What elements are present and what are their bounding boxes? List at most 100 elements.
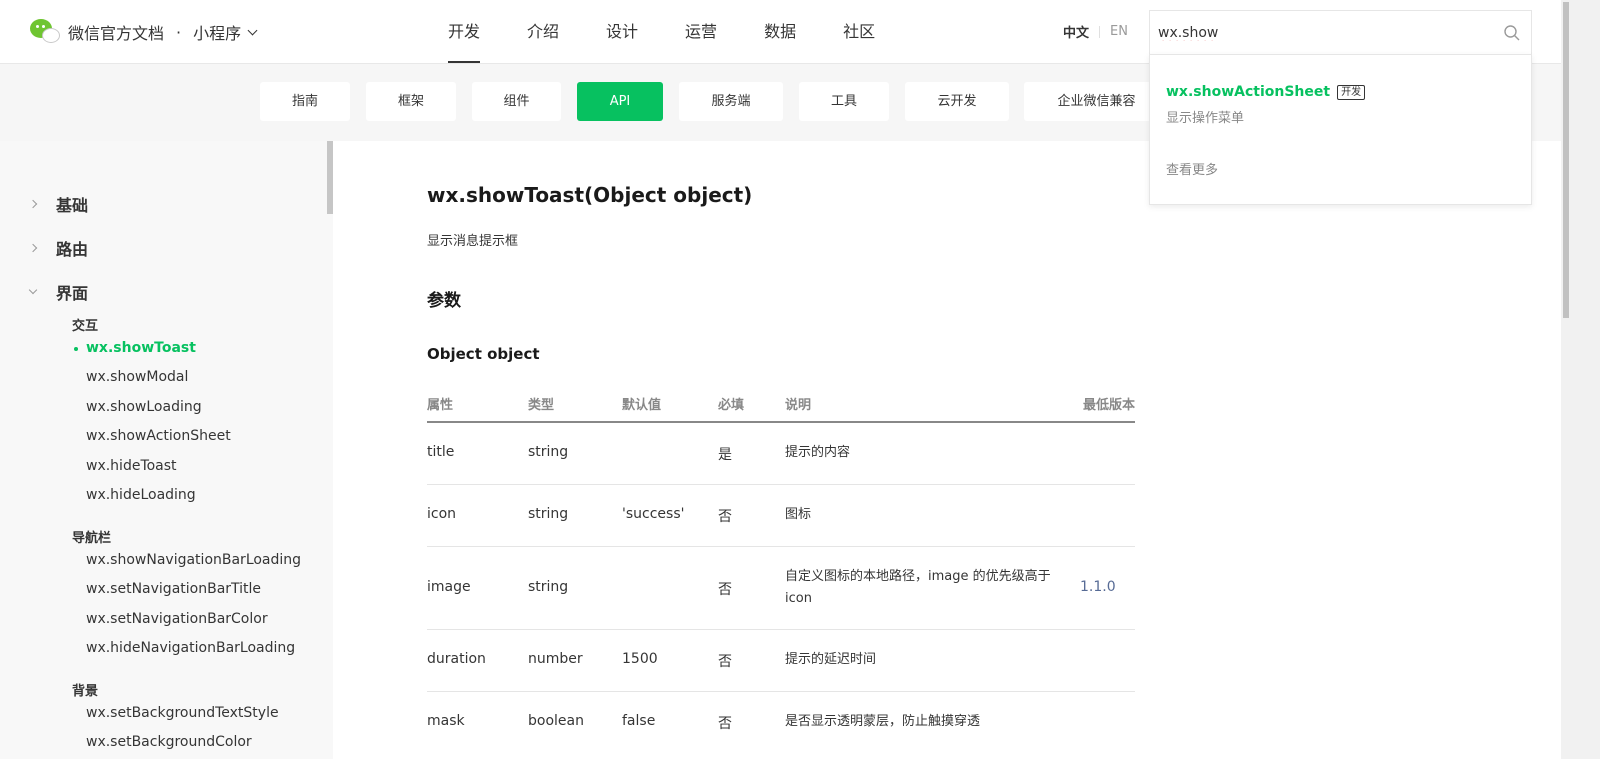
table-row: icon string 'success' 否 图标: [427, 485, 1135, 547]
nav-item-data[interactable]: 数据: [764, 0, 796, 64]
table-cell: boolean: [528, 713, 584, 729]
table-cell: 图标: [785, 507, 812, 522]
header-cell: 属性: [427, 398, 454, 413]
nav-item-develop[interactable]: 开发: [448, 0, 481, 64]
sidebar-item-hidenavbarloading[interactable]: wx.hideNavigationBarLoading: [86, 640, 295, 656]
sidebar-section-ui[interactable]: 界面: [28, 280, 89, 304]
search-input[interactable]: [1158, 22, 1488, 44]
table-cell: duration: [427, 651, 486, 667]
chevron-right-icon: [28, 199, 38, 209]
sidebar-item-showactionsheet[interactable]: wx.showActionSheet: [86, 428, 231, 444]
chip-tools[interactable]: 工具: [799, 82, 889, 121]
params-heading: 参数: [427, 291, 461, 311]
sidebar-item-setbgcolor[interactable]: wx.setBackgroundColor: [86, 734, 252, 750]
sidebar-section-label: 路由: [56, 240, 89, 259]
sidebar-item-showtoast[interactable]: wx.showToast: [86, 340, 196, 356]
product-switcher[interactable]: 小程序: [193, 20, 241, 44]
language-switch: 中文 EN: [1063, 22, 1128, 41]
table-cell: 提示的延迟时间: [785, 652, 877, 667]
nav-item-operation[interactable]: 运营: [685, 0, 717, 64]
sidebar-item-hidetoast[interactable]: wx.hideToast: [86, 458, 177, 474]
search-result-item[interactable]: wx.showActionSheet 开发 显示操作菜单: [1166, 84, 1366, 126]
header-cell: 默认值: [622, 398, 662, 413]
search-result-tag: 开发: [1337, 84, 1366, 100]
sidebar-section-route[interactable]: 路由: [28, 236, 89, 260]
sidebar-group-navbar: 导航栏: [72, 531, 112, 546]
chip-cloud[interactable]: 云开发: [905, 82, 1009, 121]
table-cell: string: [528, 579, 569, 595]
brand-separator: ·: [176, 22, 182, 42]
chip-components[interactable]: 组件: [472, 82, 561, 121]
sidebar-section-label: 界面: [56, 284, 89, 303]
nav-item-design[interactable]: 设计: [606, 0, 638, 64]
table-cell: string: [528, 506, 569, 522]
object-heading: Object object: [427, 345, 540, 363]
table-cell: 否: [718, 716, 732, 732]
table-row: title string 是 提示的内容: [427, 423, 1135, 485]
brand-title[interactable]: 微信官方文档: [68, 20, 164, 44]
table-cell: image: [427, 579, 471, 595]
table-row: image string 否 自定义图标的本地路径，image 的优先级高于 i…: [427, 547, 1135, 630]
table-row: duration number 1500 否 提示的延迟时间: [427, 630, 1135, 692]
sidebar-section-label: 基础: [56, 196, 89, 215]
search-result-title[interactable]: wx.showActionSheet: [1166, 84, 1330, 100]
see-more-link[interactable]: 查看更多: [1166, 159, 1218, 178]
lang-en[interactable]: EN: [1110, 24, 1128, 39]
sidebar-item-showmodal[interactable]: wx.showModal: [86, 369, 188, 385]
params-table: 属性 类型 默认值 必填 说明 最低版本 title string 是 提示的内…: [427, 383, 1135, 754]
table-cell: string: [528, 444, 569, 460]
table-cell: mask: [427, 713, 465, 729]
table-cell: 是否显示透明蒙层，防止触摸穿透: [785, 714, 981, 729]
search-icon[interactable]: [1503, 24, 1521, 42]
table-row: mask boolean false 否 是否显示透明蒙层，防止触摸穿透: [427, 692, 1135, 754]
page-title: wx.showToast(Object object): [427, 183, 753, 207]
search-suggestions: wx.showActionSheet 开发 显示操作菜单 查看更多: [1149, 54, 1532, 205]
sidebar-item-setnavbarcolor[interactable]: wx.setNavigationBarColor: [86, 611, 268, 627]
header-cell: 必填: [718, 398, 745, 413]
page-scrollbar-thumb[interactable]: [1563, 2, 1569, 318]
page-description: 显示消息提示框: [427, 234, 519, 249]
chip-guide[interactable]: 指南: [260, 82, 350, 121]
table-header: 属性 类型 默认值 必填 说明 最低版本: [427, 383, 1135, 423]
table-cell: 否: [718, 509, 732, 525]
sidebar-scrollbar[interactable]: [327, 141, 333, 214]
sidebar-group-interaction: 交互: [72, 319, 99, 334]
chip-api[interactable]: API: [577, 82, 663, 121]
brand[interactable]: 微信官方文档 · 小程序: [30, 18, 258, 46]
table-cell: 自定义图标的本地路径，image 的优先级高于 icon: [785, 569, 1051, 606]
page-scrollbar[interactable]: [1561, 0, 1600, 759]
table-cell: 'success': [622, 506, 685, 522]
lang-zh[interactable]: 中文: [1063, 22, 1089, 41]
search-result-desc: 显示操作菜单: [1166, 111, 1245, 126]
table-cell: icon: [427, 506, 457, 522]
chip-framework[interactable]: 框架: [366, 82, 456, 121]
nav-item-intro[interactable]: 介绍: [527, 0, 559, 64]
active-bullet-icon: [74, 347, 78, 351]
sidebar-item-setnavbartitle[interactable]: wx.setNavigationBarTitle: [86, 581, 261, 597]
table-cell: 是: [718, 447, 732, 463]
table-cell: 提示的内容: [785, 445, 851, 460]
sidebar-item-setbgtextstyle[interactable]: wx.setBackgroundTextStyle: [86, 705, 279, 721]
wechat-logo-icon: [30, 19, 60, 45]
table-cell: 否: [718, 582, 732, 598]
table-cell: title: [427, 444, 455, 460]
sidebar-group-background: 背景: [72, 684, 99, 699]
table-cell: number: [528, 651, 583, 667]
sidebar-item-hideloading[interactable]: wx.hideLoading: [86, 487, 196, 503]
table-cell: 1500: [622, 651, 658, 667]
sidebar-item-showloading[interactable]: wx.showLoading: [86, 399, 202, 415]
sidebar-item-shownavbarloading[interactable]: wx.showNavigationBarLoading: [86, 552, 301, 568]
lang-divider: [1099, 25, 1101, 38]
chip-wecom[interactable]: 企业微信兼容: [1024, 82, 1169, 121]
table-cell: 否: [718, 654, 732, 670]
header-cell: 最低版本: [1082, 398, 1135, 413]
nav-item-community[interactable]: 社区: [843, 0, 875, 64]
sidebar: 基础 路由 界面 交互 wx.showToast wx.showModal wx…: [0, 141, 333, 759]
table-cell: false: [622, 713, 656, 729]
search-box: [1149, 10, 1532, 54]
chevron-down-icon[interactable]: [247, 25, 258, 35]
header-cell: 类型: [528, 398, 555, 413]
header-cell: 说明: [785, 398, 812, 413]
chip-server[interactable]: 服务端: [679, 82, 783, 121]
sidebar-section-basic[interactable]: 基础: [28, 192, 89, 216]
